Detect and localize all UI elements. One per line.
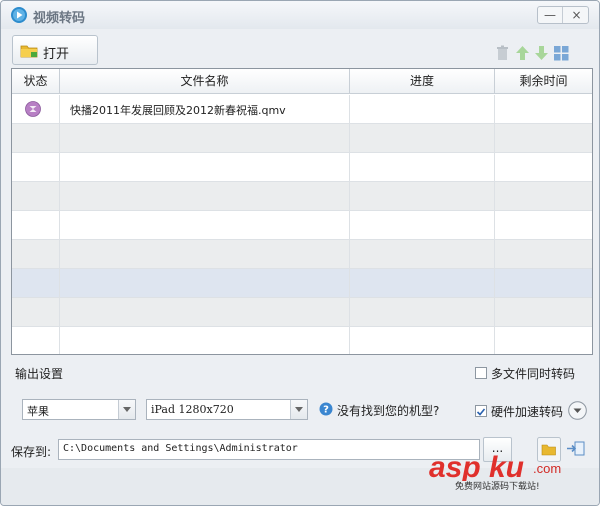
- main-window: 视频转码 — × 打开 状态 文件名称 进度 剩余时间 快播2011年发展回顾及…: [0, 0, 600, 506]
- table-row-empty[interactable]: [12, 240, 592, 269]
- remaining-cell: [495, 95, 592, 124]
- empty-cell: [12, 153, 60, 182]
- grid-view-icon[interactable]: [554, 45, 569, 61]
- empty-cell: [60, 327, 350, 354]
- svg-text:ku: ku: [489, 451, 524, 481]
- empty-cell: [12, 298, 60, 327]
- status-cell: [12, 95, 60, 124]
- empty-cell: [60, 124, 350, 153]
- svg-text:asp: asp: [429, 451, 481, 481]
- brand-select[interactable]: 苹果: [22, 399, 136, 420]
- empty-cell: [350, 124, 495, 153]
- empty-cell: [12, 327, 60, 354]
- aspku-logo: asp ku .com: [429, 451, 561, 484]
- watermark-tagline: 免费网站源码下载站!: [455, 482, 540, 492]
- column-header-remaining[interactable]: 剩余时间: [495, 69, 592, 94]
- table-row-empty[interactable]: [12, 211, 592, 240]
- title-bar[interactable]: 视频转码 — ×: [1, 1, 599, 29]
- device-not-found-link[interactable]: 没有找到您的机型?: [337, 402, 439, 419]
- help-icon[interactable]: ?: [319, 402, 333, 416]
- svg-text:.com: .com: [533, 461, 561, 476]
- folder-open-icon: [20, 45, 38, 58]
- svg-text:?: ?: [323, 405, 329, 416]
- empty-cell: [350, 327, 495, 354]
- move-up-icon[interactable]: [515, 45, 530, 61]
- multi-file-label[interactable]: 多文件同时转码: [491, 365, 575, 382]
- delete-icon[interactable]: [495, 45, 510, 61]
- column-header-progress[interactable]: 进度: [350, 69, 495, 94]
- empty-cell: [60, 182, 350, 211]
- column-header-status[interactable]: 状态: [12, 69, 60, 94]
- table-row-selected[interactable]: [12, 269, 592, 298]
- brand-select-value: 苹果: [27, 405, 49, 418]
- app-logo-icon: [11, 7, 27, 23]
- expand-settings-button[interactable]: [568, 401, 587, 420]
- empty-cell: [60, 298, 350, 327]
- empty-cell: [495, 182, 592, 211]
- save-path-input[interactable]: C:\Documents and Settings\Administrator: [58, 439, 480, 460]
- window-controls: — ×: [537, 6, 589, 24]
- empty-cell: [60, 153, 350, 182]
- checkmark-icon: [476, 408, 486, 416]
- table-row-empty[interactable]: [12, 298, 592, 327]
- empty-cell: [12, 211, 60, 240]
- empty-cell: [495, 269, 592, 298]
- table-header: 状态 文件名称 进度 剩余时间: [12, 69, 592, 94]
- table-row[interactable]: 快播2011年发展回顾及2012新春祝福.qmv: [12, 95, 592, 124]
- empty-cell: [12, 182, 60, 211]
- column-header-filename[interactable]: 文件名称: [60, 69, 350, 94]
- empty-cell: [350, 240, 495, 269]
- empty-cell: [495, 211, 592, 240]
- empty-cell: [350, 211, 495, 240]
- device-dropdown-arrow[interactable]: [290, 400, 307, 419]
- empty-cell: [350, 153, 495, 182]
- table-row-empty[interactable]: [12, 124, 592, 153]
- empty-cell: [350, 298, 495, 327]
- chevron-down-icon: [295, 407, 303, 412]
- file-table: 状态 文件名称 进度 剩余时间 快播2011年发展回顾及2012新春祝福.qmv: [11, 68, 593, 355]
- device-select-value: iPad 1280x720: [151, 403, 234, 416]
- output-settings-label: 输出设置: [15, 367, 64, 381]
- open-button-label: 打开: [43, 47, 70, 62]
- table-row-empty[interactable]: [12, 327, 592, 354]
- empty-cell: [495, 124, 592, 153]
- empty-cell: [350, 182, 495, 211]
- empty-cell: [12, 124, 60, 153]
- empty-cell: [350, 269, 495, 298]
- save-to-label: 保存到:: [11, 445, 52, 459]
- device-select[interactable]: iPad 1280x720: [146, 399, 308, 420]
- hw-accel-checkbox[interactable]: [475, 405, 487, 417]
- empty-cell: [60, 211, 350, 240]
- progress-cell: [350, 95, 495, 124]
- table-row-empty[interactable]: [12, 182, 592, 211]
- move-down-icon[interactable]: [534, 45, 549, 61]
- empty-cell: [495, 153, 592, 182]
- window-title: 视频转码: [33, 11, 86, 26]
- close-button[interactable]: ×: [564, 7, 589, 23]
- empty-cell: [495, 327, 592, 354]
- empty-cell: [495, 298, 592, 327]
- waiting-icon: [25, 101, 41, 117]
- brand-dropdown-arrow[interactable]: [118, 400, 135, 419]
- chevron-down-icon: [123, 407, 131, 412]
- watermark: asp ku .com 免费网站源码下载站!: [427, 451, 597, 503]
- hw-accel-label[interactable]: 硬件加速转码: [491, 403, 563, 420]
- table-row-empty[interactable]: [12, 153, 592, 182]
- filename-cell: 快播2011年发展回顾及2012新春祝福.qmv: [60, 95, 350, 124]
- filename-text: 快播2011年发展回顾及2012新春祝福.qmv: [70, 104, 286, 117]
- empty-cell: [495, 240, 592, 269]
- open-button[interactable]: 打开: [12, 35, 98, 65]
- multi-file-checkbox[interactable]: [475, 367, 487, 379]
- minimize-button[interactable]: —: [538, 7, 563, 23]
- empty-cell: [12, 240, 60, 269]
- empty-cell: [12, 269, 60, 298]
- empty-cell: [60, 269, 350, 298]
- empty-cell: [60, 240, 350, 269]
